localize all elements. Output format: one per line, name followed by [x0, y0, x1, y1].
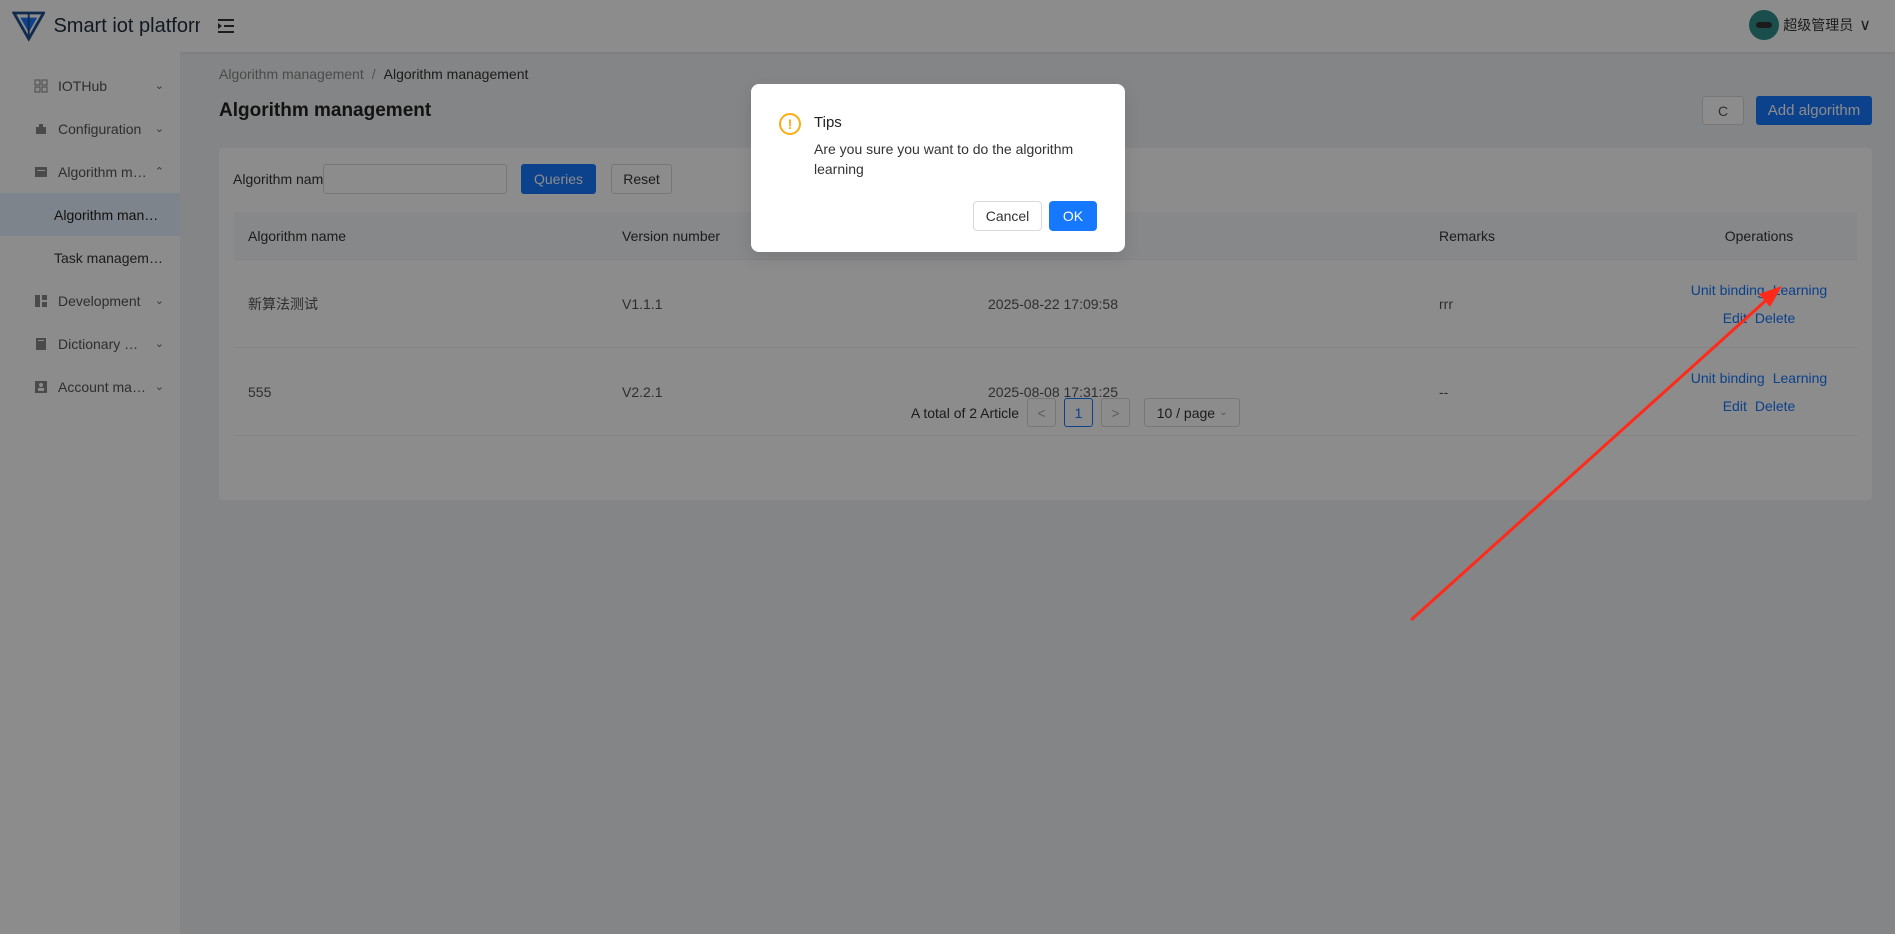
- confirm-dialog: ! Tips Are you sure you want to do the a…: [751, 84, 1125, 252]
- dialog-message: Are you sure you want to do the algorith…: [814, 141, 1074, 177]
- ok-button[interactable]: OK: [1049, 201, 1097, 231]
- dialog-title: Tips: [814, 114, 842, 131]
- exclamation-circle-icon: !: [779, 113, 801, 135]
- cancel-button[interactable]: Cancel: [973, 201, 1042, 231]
